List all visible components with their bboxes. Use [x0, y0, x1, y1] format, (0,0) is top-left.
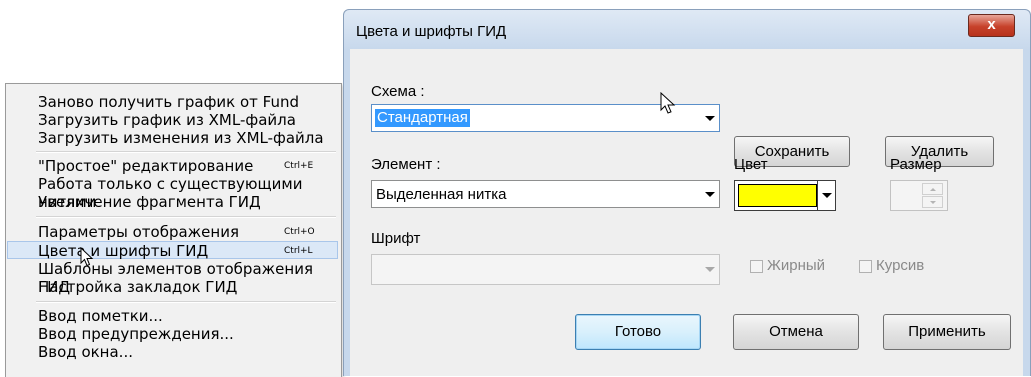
menu-item-label: Загрузить изменения из XML-файла	[38, 129, 324, 147]
menu-item-templates[interactable]: Шаблоны элементов отображения ГИД	[7, 260, 338, 296]
bold-label: Жирный	[767, 257, 826, 274]
menu-item-display-params[interactable]: Параметры отображения Ctrl+O	[7, 223, 338, 241]
colors-fonts-dialog: Цвета и шрифты ГИД x Схема : Стандартная…	[343, 9, 1031, 376]
dialog-title: Цвета и шрифты ГИД	[356, 23, 507, 40]
scheme-value[interactable]: Стандартная	[375, 109, 470, 127]
menu-item-label: Ввод предупреждения...	[38, 325, 234, 343]
scheme-label: Схема :	[371, 83, 425, 100]
menu-item-simple-edit[interactable]: "Простое" редактирование Ctrl+E	[7, 157, 338, 175]
element-label: Элемент :	[371, 156, 441, 173]
menu-item-load-changes-xml[interactable]: Загрузить изменения из XML-файла	[7, 129, 338, 147]
italic-checkbox[interactable]	[859, 260, 872, 273]
bold-checkbox[interactable]	[750, 260, 763, 273]
menu-separator	[36, 301, 336, 303]
menu-item-shortcut: Ctrl+E	[284, 161, 314, 171]
menu-item-label: "Простое" редактирование	[38, 157, 254, 175]
menu-item-bookmarks[interactable]: Настройка закладок ГИД	[7, 278, 338, 296]
menu-item-label: Загрузить график из XML-файла	[38, 111, 296, 129]
size-label: Размер	[890, 156, 942, 173]
font-label: Шрифт	[371, 230, 421, 247]
menu-separator	[36, 151, 336, 153]
menu-item-colors-fonts[interactable]: Цвета и шрифты ГИД Ctrl+L	[7, 241, 338, 260]
menu-item-zoom-fragment[interactable]: Увеличение фрагмента ГИД	[7, 193, 338, 211]
close-icon: x	[987, 16, 996, 33]
menu-item-shortcut: Ctrl+L	[284, 246, 313, 256]
chevron-down-icon[interactable]	[701, 181, 719, 207]
menu-item-label: Увеличение фрагмента ГИД	[38, 193, 261, 211]
menu-item-shortcut: Ctrl+O	[284, 227, 315, 237]
color-label: Цвет	[734, 156, 768, 173]
menu-item-label: Ввод окна...	[38, 343, 133, 361]
close-button[interactable]: x	[968, 14, 1015, 37]
chevron-down-icon[interactable]	[701, 255, 719, 284]
dialog-client-area: Схема : Стандартная Сохранить Удалить Эл…	[350, 49, 1023, 376]
element-value: Выделенная нитка	[376, 186, 507, 203]
spinner-up-icon[interactable]	[922, 183, 943, 195]
menu-item-existing-threads[interactable]: Работа только с существующими нитями	[7, 175, 338, 211]
menu-item-enter-window[interactable]: Ввод окна...	[7, 343, 338, 361]
chevron-down-icon[interactable]	[701, 105, 719, 131]
apply-button[interactable]: Применить	[883, 314, 1011, 350]
italic-label: Курсив	[876, 257, 925, 274]
color-combobox[interactable]	[734, 180, 836, 211]
menu-item-load-xml[interactable]: Загрузить график из XML-файла	[7, 111, 338, 129]
context-menu: Заново получить график от Fund Загрузить…	[5, 83, 342, 377]
mouse-cursor-icon	[660, 92, 676, 114]
menu-item-label: Цвета и шрифты ГИД	[38, 242, 209, 260]
menu-item-label: Параметры отображения	[38, 223, 239, 241]
chevron-down-icon[interactable]	[817, 181, 835, 210]
ok-button[interactable]: Готово	[575, 314, 701, 350]
spinner-down-icon[interactable]	[922, 196, 943, 208]
menu-separator	[36, 216, 336, 218]
menu-item-label: Настройка закладок ГИД	[38, 278, 238, 296]
element-combobox[interactable]: Выделенная нитка	[371, 180, 720, 208]
menu-item-reload-from-fund[interactable]: Заново получить график от Fund	[7, 93, 338, 111]
menu-item-label: Заново получить график от Fund	[38, 93, 300, 111]
color-swatch	[738, 184, 817, 207]
menu-item-enter-warning[interactable]: Ввод предупреждения...	[7, 325, 338, 343]
dialog-titlebar[interactable]: Цвета и шрифты ГИД x	[343, 9, 1031, 50]
font-combobox[interactable]	[371, 254, 720, 285]
menu-item-label: Ввод пометки...	[38, 307, 163, 325]
mouse-cursor-icon	[80, 247, 94, 267]
size-spinner[interactable]	[890, 180, 948, 211]
menu-item-enter-mark[interactable]: Ввод пометки...	[7, 307, 338, 325]
cancel-button[interactable]: Отмена	[733, 314, 859, 350]
